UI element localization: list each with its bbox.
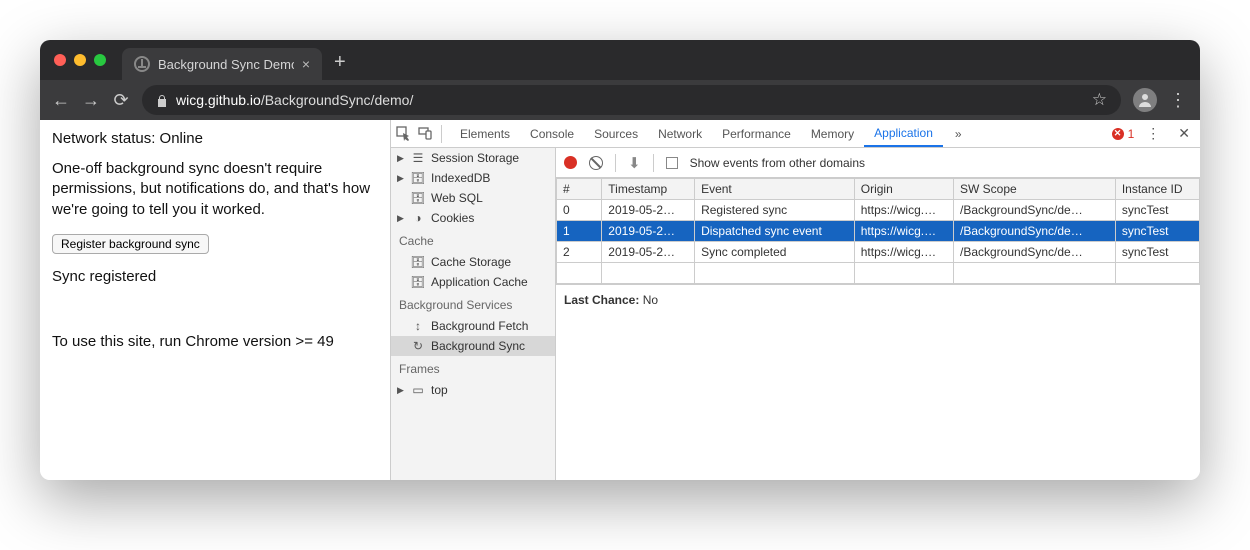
network-status: Network status: Online: [52, 130, 378, 147]
sidebar-item-frame-top[interactable]: ▶▭top: [391, 380, 555, 400]
table-row[interactable]: 2 2019-05-2… Sync completed https://wicg…: [557, 242, 1200, 263]
chrome-version-note: To use this site, run Chrome version >= …: [52, 333, 378, 350]
sidebar-group-frames: Frames: [391, 356, 555, 380]
database-icon: 🗄: [411, 255, 425, 269]
sidebar-item-background-fetch[interactable]: ↕Background Fetch: [391, 316, 555, 336]
col-index[interactable]: #: [557, 179, 602, 200]
col-event[interactable]: Event: [695, 179, 855, 200]
devtools-close-icon[interactable]: ✕: [1172, 125, 1196, 142]
tab-sources[interactable]: Sources: [584, 120, 648, 147]
back-button[interactable]: ←: [52, 90, 70, 111]
sync-icon: ↻: [411, 339, 425, 353]
error-count-badge[interactable]: ✕ 1: [1112, 127, 1135, 141]
device-toggle-icon[interactable]: [417, 126, 433, 142]
lock-icon: [156, 94, 168, 107]
detail-value: No: [643, 293, 658, 307]
browser-menu-icon[interactable]: ⋮: [1169, 90, 1188, 111]
show-other-domains-checkbox[interactable]: [666, 157, 678, 169]
tab-network[interactable]: Network: [648, 120, 712, 147]
register-sync-button[interactable]: Register background sync: [52, 234, 209, 254]
browser-window: Background Sync Demonstratic × + ← → ⟳ w…: [40, 40, 1200, 480]
new-tab-button[interactable]: +: [334, 51, 346, 74]
url-text: wicg.github.io/BackgroundSync/demo/: [176, 92, 413, 108]
database-icon: 🗄: [411, 275, 425, 289]
show-other-domains-label: Show events from other domains: [690, 156, 865, 170]
table-row-empty: [557, 263, 1200, 284]
col-origin[interactable]: Origin: [854, 179, 953, 200]
sidebar-item-websql[interactable]: 🗄Web SQL: [391, 188, 555, 208]
cookie-icon: ◑: [411, 211, 425, 225]
favicon-globe-icon: [134, 56, 150, 72]
forward-button[interactable]: →: [82, 90, 100, 111]
content-area: Network status: Online One-off backgroun…: [40, 120, 1200, 480]
sync-result: Sync registered: [52, 268, 378, 285]
minimize-window-button[interactable]: [74, 54, 86, 66]
clear-icon[interactable]: [589, 156, 603, 170]
sidebar-item-cache-storage[interactable]: 🗄Cache Storage: [391, 252, 555, 272]
database-icon: 🗄: [411, 171, 425, 185]
more-tabs-icon[interactable]: »: [949, 127, 968, 141]
error-icon: ✕: [1112, 128, 1124, 140]
sidebar-group-bg-services: Background Services: [391, 292, 555, 316]
close-tab-icon[interactable]: ×: [302, 56, 310, 72]
tab-console[interactable]: Console: [520, 120, 584, 147]
table-row[interactable]: 1 2019-05-2… Dispatched sync event https…: [557, 221, 1200, 242]
table-header-row: # Timestamp Event Origin SW Scope Instan…: [557, 179, 1200, 200]
window-controls: [54, 54, 106, 66]
detail-label: Last Chance:: [564, 293, 639, 307]
events-table: # Timestamp Event Origin SW Scope Instan…: [556, 178, 1200, 284]
devtools-header: Elements Console Sources Network Perform…: [391, 120, 1200, 148]
col-sw-scope[interactable]: SW Scope: [953, 179, 1115, 200]
titlebar: Background Sync Demonstratic × +: [40, 40, 1200, 80]
col-instance-id[interactable]: Instance ID: [1115, 179, 1199, 200]
database-icon: 🗄: [411, 191, 425, 205]
tab-memory[interactable]: Memory: [801, 120, 864, 147]
background-sync-panel: ⬇ Show events from other domains # Times…: [556, 148, 1200, 480]
tab-title: Background Sync Demonstratic: [158, 57, 294, 72]
sidebar-group-cache: Cache: [391, 228, 555, 252]
devtools-menu-icon[interactable]: ⋮: [1140, 125, 1166, 142]
storage-icon: ☰: [411, 151, 425, 165]
fetch-icon: ↕: [411, 319, 425, 333]
maximize-window-button[interactable]: [94, 54, 106, 66]
frame-icon: ▭: [411, 383, 425, 397]
download-icon[interactable]: ⬇: [628, 154, 641, 172]
col-timestamp[interactable]: Timestamp: [602, 179, 695, 200]
sidebar-item-indexeddb[interactable]: ▶🗄IndexedDB: [391, 168, 555, 188]
close-window-button[interactable]: [54, 54, 66, 66]
devtools-body: ▶☰Session Storage ▶🗄IndexedDB 🗄Web SQL ▶…: [391, 148, 1200, 480]
reload-button[interactable]: ⟳: [112, 90, 130, 111]
sidebar-item-application-cache[interactable]: 🗄Application Cache: [391, 272, 555, 292]
devtools-panel: Elements Console Sources Network Perform…: [390, 120, 1200, 480]
sidebar-item-session-storage[interactable]: ▶☰Session Storage: [391, 148, 555, 168]
nav-toolbar: ← → ⟳ wicg.github.io/BackgroundSync/demo…: [40, 80, 1200, 120]
tab-performance[interactable]: Performance: [712, 120, 801, 147]
profile-avatar-icon[interactable]: [1133, 88, 1157, 112]
application-sidebar: ▶☰Session Storage ▶🗄IndexedDB 🗄Web SQL ▶…: [391, 148, 556, 480]
tab-elements[interactable]: Elements: [450, 120, 520, 147]
event-details: Last Chance: No: [556, 284, 1200, 315]
browser-tab[interactable]: Background Sync Demonstratic ×: [122, 48, 322, 80]
tab-application[interactable]: Application: [864, 120, 943, 147]
page-description: One-off background sync doesn't require …: [52, 159, 378, 220]
page-content: Network status: Online One-off backgroun…: [40, 120, 390, 480]
table-row[interactable]: 0 2019-05-2… Registered sync https://wic…: [557, 200, 1200, 221]
sidebar-item-cookies[interactable]: ▶◑Cookies: [391, 208, 555, 228]
devtools-tabs: Elements Console Sources Network Perform…: [450, 120, 943, 147]
bookmark-star-icon[interactable]: ☆: [1092, 90, 1107, 110]
sidebar-item-background-sync[interactable]: ↻Background Sync: [391, 336, 555, 356]
panel-toolbar: ⬇ Show events from other domains: [556, 148, 1200, 178]
record-icon[interactable]: [564, 156, 577, 169]
inspect-icon[interactable]: [395, 126, 411, 142]
address-bar[interactable]: wicg.github.io/BackgroundSync/demo/ ☆: [142, 85, 1121, 115]
